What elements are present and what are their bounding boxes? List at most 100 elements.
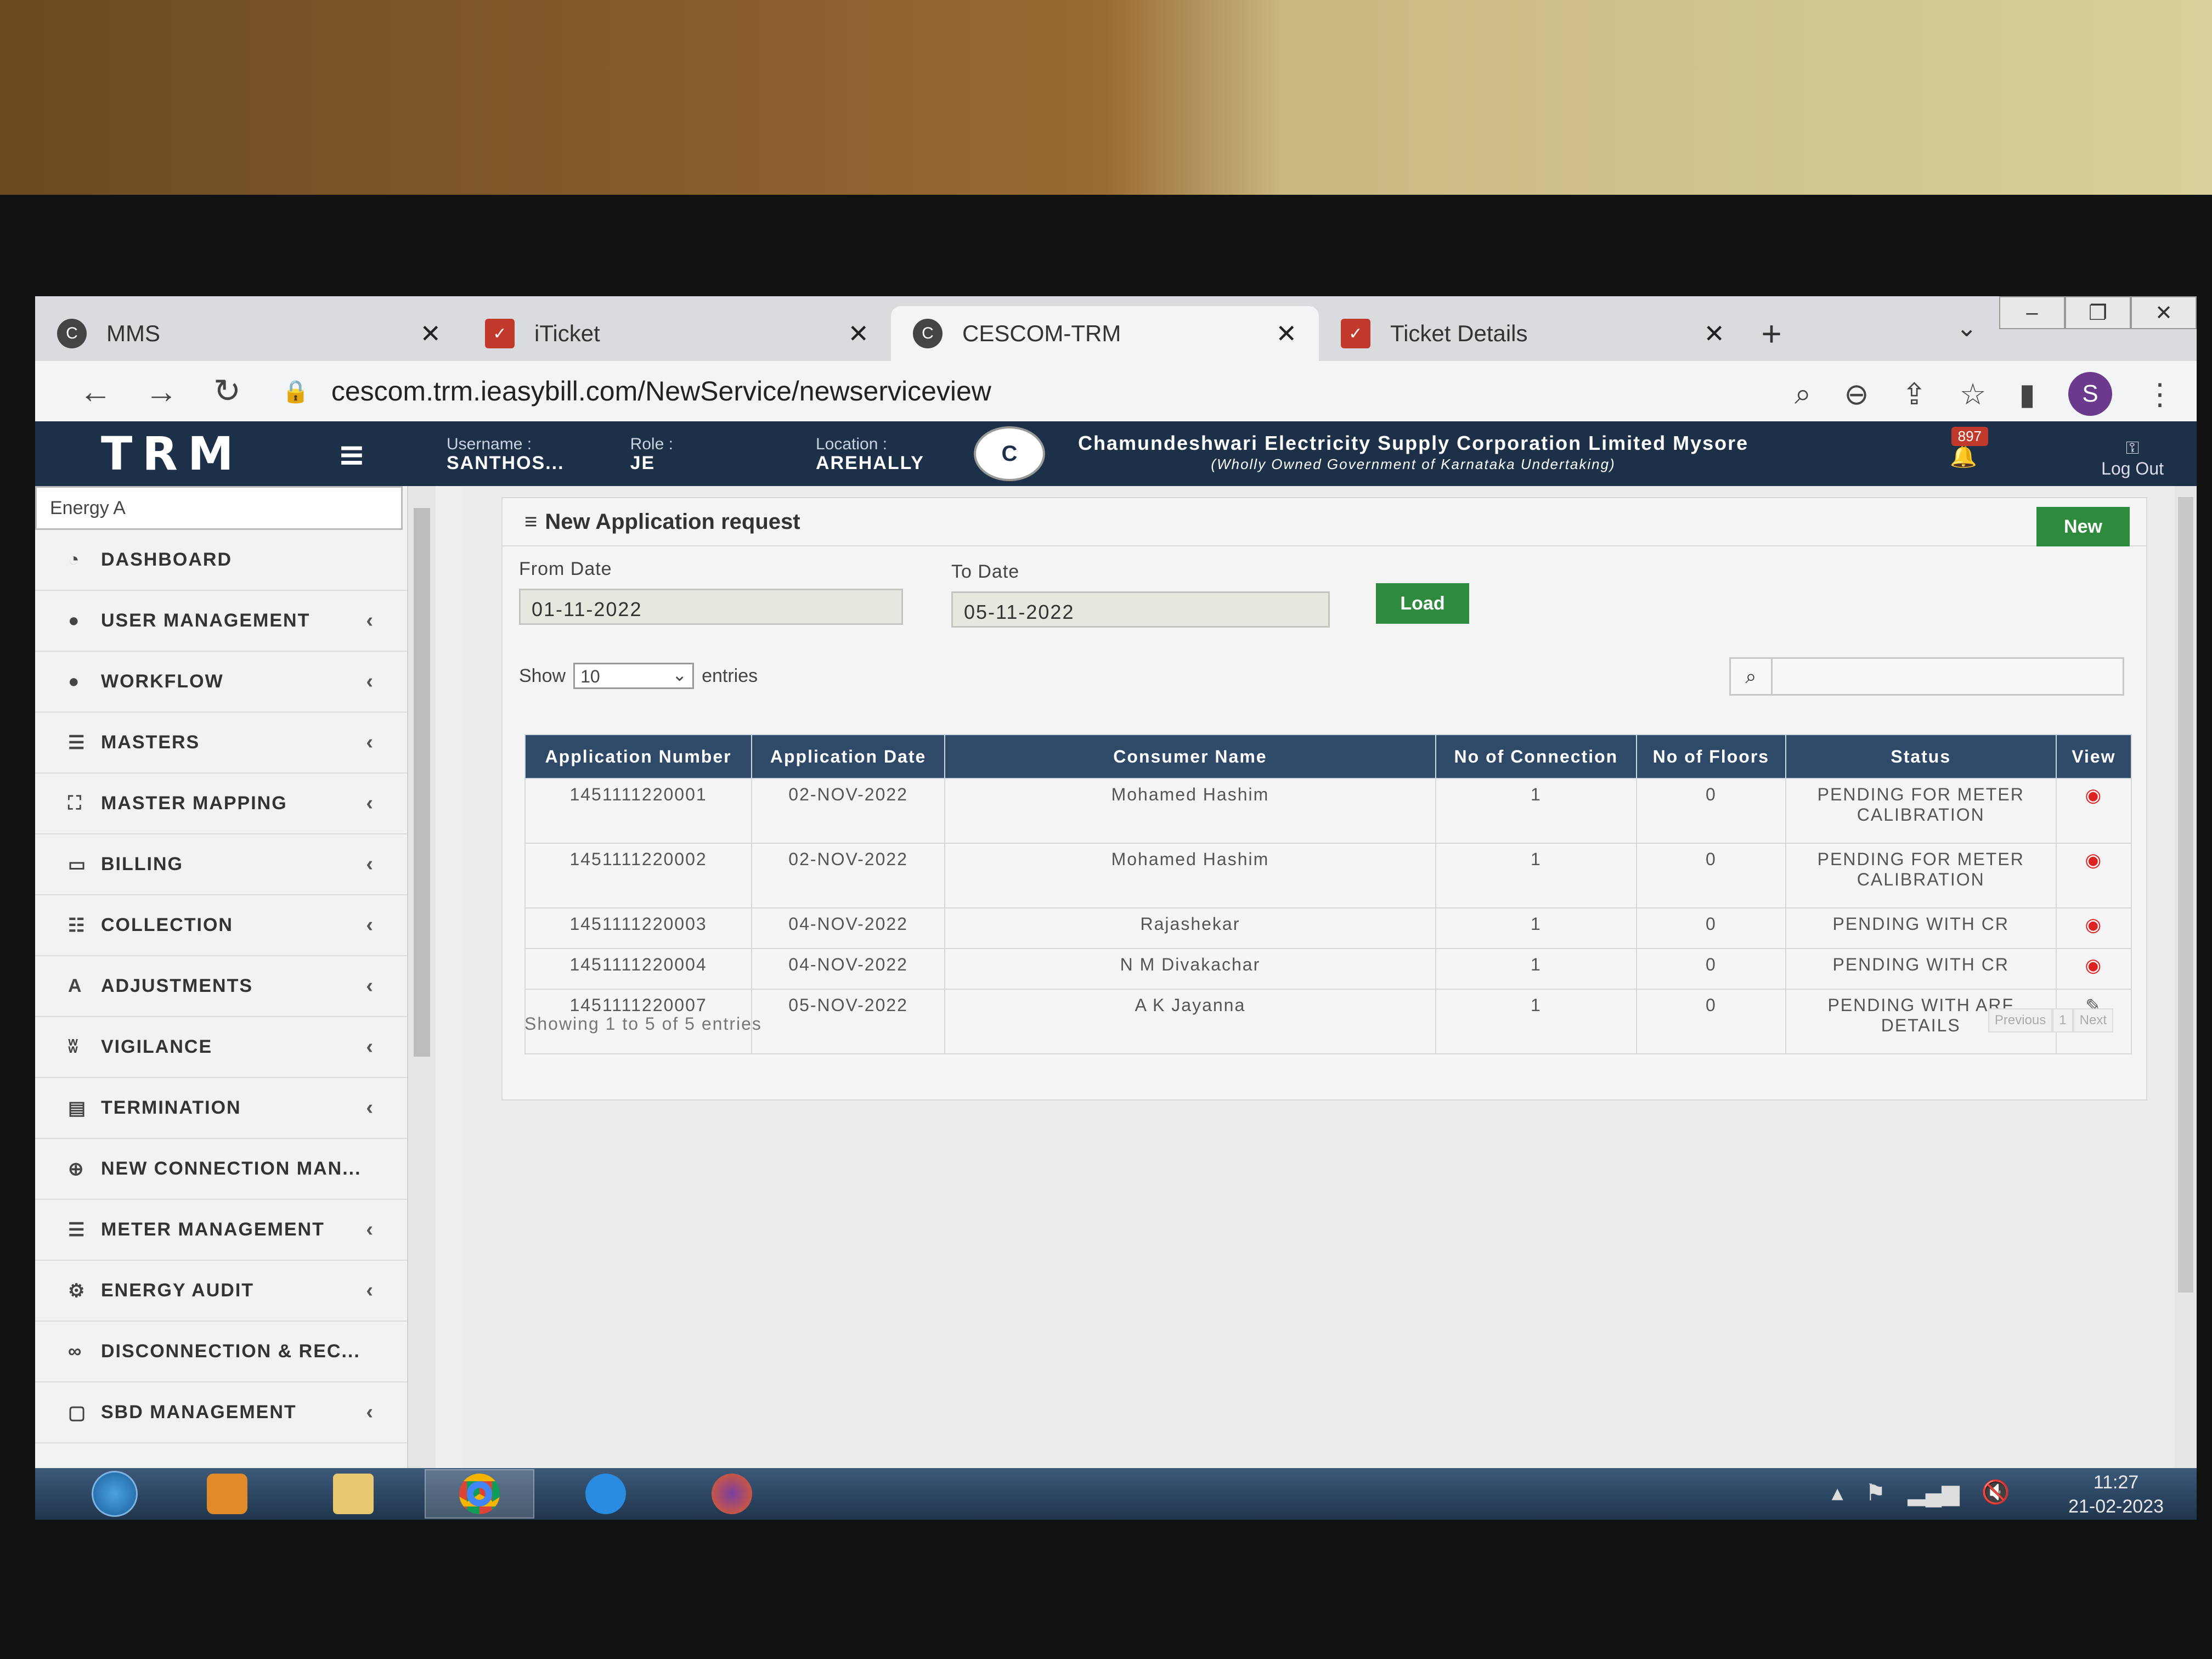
star-icon[interactable]: ☆ <box>1960 377 1986 411</box>
flag-icon[interactable]: ⚑ <box>1865 1479 1886 1506</box>
tab-ticket-details[interactable]: ✓ Ticket Details ✕ <box>1319 306 1747 361</box>
close-icon[interactable]: ✕ <box>1276 319 1297 348</box>
sidebar-item-disconnection[interactable]: ∞ DISCONNECTION & REC... <box>35 1322 407 1383</box>
sidebar-item-master-mapping[interactable]: ⛶ MASTER MAPPING ‹ <box>35 774 407 834</box>
view-cell: ◉ <box>2055 778 2132 844</box>
close-window-button[interactable]: ✕ <box>2131 296 2197 329</box>
sidebar-scrollbar[interactable] <box>408 486 436 1468</box>
share-icon[interactable]: ⇪ <box>1902 377 1927 411</box>
table-row: 1451111220007 05-NOV-2022 A K Jayanna 1 … <box>524 989 2132 1054</box>
scrollbar-thumb[interactable] <box>414 508 430 1057</box>
list-ol-icon: ☷ <box>68 915 86 936</box>
column-header[interactable]: No of Floors <box>1636 734 1786 779</box>
from-date-input[interactable]: 01-11-2022 <box>519 589 903 625</box>
close-icon[interactable]: ✕ <box>1703 319 1725 348</box>
minimize-button[interactable]: – <box>1999 296 2065 329</box>
sidebar-item-vigilance[interactable]: ʬ VIGILANCE ‹ <box>35 1017 407 1078</box>
search-icon[interactable]: ⌕ <box>1795 377 1811 411</box>
profile-avatar[interactable]: S <box>2068 372 2112 416</box>
sidebar-item-user-management[interactable]: ● USER MANAGEMENT ‹ <box>35 591 407 652</box>
url-field[interactable]: 🔒 cescom.trm.ieasybill.com/NewService/ne… <box>282 375 991 407</box>
taskbar-internet-explorer[interactable] <box>551 1469 661 1519</box>
chevron-up-icon[interactable]: ▴ <box>1832 1479 1843 1506</box>
sidebar-item-collection[interactable]: ☷ COLLECTION ‹ <box>35 895 407 956</box>
taskbar-chrome[interactable] <box>425 1469 534 1519</box>
volume-muted-icon[interactable]: 🔇 <box>1982 1479 2010 1506</box>
taskbar-file-explorer[interactable] <box>298 1469 408 1519</box>
forward-button[interactable]: → <box>128 373 194 410</box>
table-row: 1451111220003 04-NOV-2022 Rajashekar 1 0… <box>524 907 2132 949</box>
link-icon: ∞ <box>68 1341 83 1362</box>
column-header[interactable]: Consumer Name <box>944 734 1436 779</box>
consumer-name: N M Divakachar <box>944 948 1436 990</box>
tab-cescom-trm[interactable]: C CESCOM-TRM ✕ <box>891 306 1319 361</box>
column-header[interactable]: Application Date <box>751 734 946 779</box>
page-1-button[interactable]: 1 <box>2052 1008 2073 1032</box>
role-value: JE <box>630 453 656 473</box>
zoom-out-icon[interactable]: ⊖ <box>1844 377 1869 411</box>
sidebar-item-billing[interactable]: ▭ BILLING ‹ <box>35 834 407 895</box>
system-clock[interactable]: 11:27 21-02-2023 <box>2068 1470 2164 1519</box>
folder-icon <box>333 1474 374 1514</box>
load-button[interactable]: Load <box>1376 583 1469 624</box>
tab-title: iTicket <box>534 320 600 346</box>
application-number: 1451111220003 <box>524 907 753 949</box>
eye-icon[interactable]: ◉ <box>2085 785 2103 806</box>
sidebar-item-adjustments[interactable]: A ADJUSTMENTS ‹ <box>35 956 407 1017</box>
next-button[interactable]: Next <box>2073 1008 2113 1032</box>
sidebar-item-dashboard[interactable]: ◔ DASHBOARD <box>35 530 407 591</box>
previous-button[interactable]: Previous <box>1988 1008 2053 1032</box>
network-icon[interactable]: ▂▄▆ <box>1908 1479 1959 1506</box>
taskbar-media-player[interactable] <box>172 1469 282 1519</box>
close-icon[interactable]: ✕ <box>420 319 441 348</box>
sidebar-item-sbd-management[interactable]: ▢ SBD MANAGEMENT ‹ <box>35 1383 407 1443</box>
menu-dots-icon[interactable]: ⋮ <box>2145 377 2175 411</box>
scrollbar-thumb[interactable] <box>2178 497 2193 1293</box>
page-length-select[interactable]: ⌄ 10 <box>573 663 695 689</box>
main-scrollbar[interactable] <box>2175 486 2197 1468</box>
tab-mms[interactable]: C MMS ✕ <box>35 306 463 361</box>
reload-button[interactable]: ↻ <box>194 372 260 410</box>
sidebar-item-energy-audit[interactable]: ⚙ ENERGY AUDIT ‹ <box>35 1261 407 1322</box>
to-date-input[interactable]: 05-11-2022 <box>951 591 1330 628</box>
side-panel-icon[interactable]: ▮ <box>2019 377 2035 411</box>
column-header[interactable]: No of Connection <box>1435 734 1638 779</box>
taskbar: ▴ ⚑ ▂▄▆ 🔇 11:27 21-02-2023 <box>35 1468 2197 1520</box>
sidebar-item-label: BILLING <box>101 854 183 874</box>
floor-count: 0 <box>1636 778 1786 844</box>
eye-icon[interactable]: ◉ <box>2085 850 2103 871</box>
column-header[interactable]: View <box>2055 734 2132 779</box>
column-header[interactable]: Application Number <box>524 734 753 779</box>
eye-icon[interactable]: ◉ <box>2085 915 2103 935</box>
column-header[interactable]: Status <box>1785 734 2057 779</box>
sidebar-item-new-connection[interactable]: ⊕ NEW CONNECTION MAN... <box>35 1139 407 1200</box>
floor-count: 0 <box>1636 989 1786 1054</box>
eye-icon[interactable]: ◉ <box>2085 955 2103 976</box>
application-date: 04-NOV-2022 <box>751 907 946 949</box>
restore-button[interactable]: ❐ <box>2065 296 2131 329</box>
table-row: 1451111220001 02-NOV-2022 Mohamed Hashim… <box>524 778 2132 844</box>
sidebar-item-workflow[interactable]: ● WORKFLOW ‹ <box>35 652 407 713</box>
back-button[interactable]: ← <box>63 373 128 410</box>
sidebar-item-label: NEW CONNECTION MAN... <box>101 1158 362 1179</box>
hamburger-icon[interactable]: ≡ <box>338 436 375 474</box>
new-button[interactable]: New <box>2036 507 2130 546</box>
tab-iticket[interactable]: ✓ iTicket ✕ <box>463 306 891 361</box>
taskbar-firefox[interactable] <box>677 1469 787 1519</box>
sidebar-item-termination[interactable]: ▤ TERMINATION ‹ <box>35 1078 407 1139</box>
sidebar-item-meter-management[interactable]: ☰ METER MANAGEMENT ‹ <box>35 1200 407 1261</box>
table-search-input[interactable] <box>1773 659 2123 694</box>
logout-button[interactable]: ⚿ Log Out <box>2101 438 2164 479</box>
bell-icon[interactable]: 🔔 <box>1950 443 1977 469</box>
sidebar-item-masters[interactable]: ☰ MASTERS ‹ <box>35 713 407 774</box>
sitemap-icon: ⛶ <box>68 793 82 814</box>
role-field: Role : JE <box>630 435 673 472</box>
sidebar-item-label: MASTERS <box>101 732 200 753</box>
sidebar-search-input[interactable]: Energy A <box>35 486 403 530</box>
start-button[interactable] <box>74 1469 156 1519</box>
url-text: cescom.trm.ieasybill.com/NewService/news… <box>331 376 991 407</box>
new-tab-button[interactable]: + <box>1747 306 1796 361</box>
close-icon[interactable]: ✕ <box>848 319 869 348</box>
chevron-down-icon[interactable]: ⌄ <box>1956 313 1977 342</box>
application-panel: ≡ New Application request New From Date … <box>501 497 2147 1101</box>
